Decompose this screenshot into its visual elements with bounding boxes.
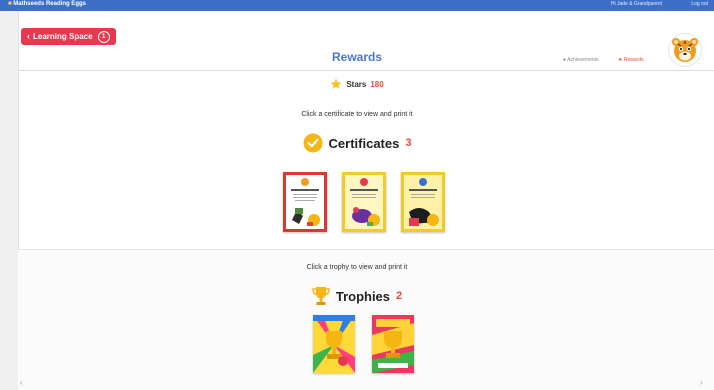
left-edge-panel [0, 11, 19, 390]
rewards-label: Rewards [623, 57, 644, 63]
avatar[interactable] [668, 33, 702, 67]
notification-badge: 1 [97, 30, 110, 43]
learning-space-button[interactable]: ‹ Learning Space 1 [21, 28, 116, 45]
trophy-card[interactable] [313, 315, 355, 373]
certificates-instruction: Click a certificate to view and print it [301, 111, 413, 118]
stars-summary: Stars 180 [0, 78, 714, 90]
star-icon [330, 78, 342, 89]
certificate-image [283, 172, 327, 232]
trophy-icon [312, 287, 330, 305]
scroll-left-icon[interactable]: ‹ [20, 378, 23, 387]
checkmark-badge-icon [303, 133, 323, 153]
certificates-count: 3 [405, 137, 412, 149]
learning-space-label: Learning Space [33, 32, 93, 41]
rewards-link[interactable]: ★ Rewards [618, 57, 644, 63]
logout-link[interactable]: Log out [691, 1, 708, 7]
certificates-heading: Certificates 3 [0, 133, 714, 153]
trophies-panel [18, 250, 714, 390]
certificate-image [342, 172, 386, 232]
brand-text: Mathseeds Reading Eggs [13, 1, 86, 7]
certificate-image [401, 172, 445, 232]
certificate-card[interactable] [342, 172, 386, 232]
stars-count: 180 [370, 79, 384, 89]
chevron-left-icon: ‹ [27, 31, 30, 41]
trophies-title: Trophies [335, 288, 391, 304]
scroll-right-icon[interactable]: › [700, 378, 703, 387]
top-bar: ■ Mathseeds Reading Eggs Hi Jade & Grand… [0, 0, 714, 11]
certificate-card[interactable] [283, 172, 327, 232]
trophies-heading: Trophies 2 [0, 286, 714, 306]
trophy-card[interactable] [372, 315, 414, 373]
achievements-label: Achievements [567, 57, 599, 63]
stars-label: Stars [346, 79, 367, 89]
user-greeting[interactable]: Hi Jade & Grandparent [611, 1, 662, 7]
achievements-link[interactable]: ● Achievements [563, 57, 599, 63]
trophies-instruction: Click a trophy to view and print it [306, 264, 408, 271]
trophies-count: 2 [396, 290, 403, 302]
brand-logo[interactable]: ■ Mathseeds Reading Eggs [8, 1, 86, 7]
trophy-image [372, 315, 414, 373]
page-title: Rewards [331, 50, 383, 64]
certificate-card[interactable] [401, 172, 445, 232]
certificates-title: Certificates [328, 135, 400, 151]
tiger-avatar-icon [672, 38, 698, 62]
trophy-image [313, 315, 355, 373]
header-divider [18, 70, 714, 71]
